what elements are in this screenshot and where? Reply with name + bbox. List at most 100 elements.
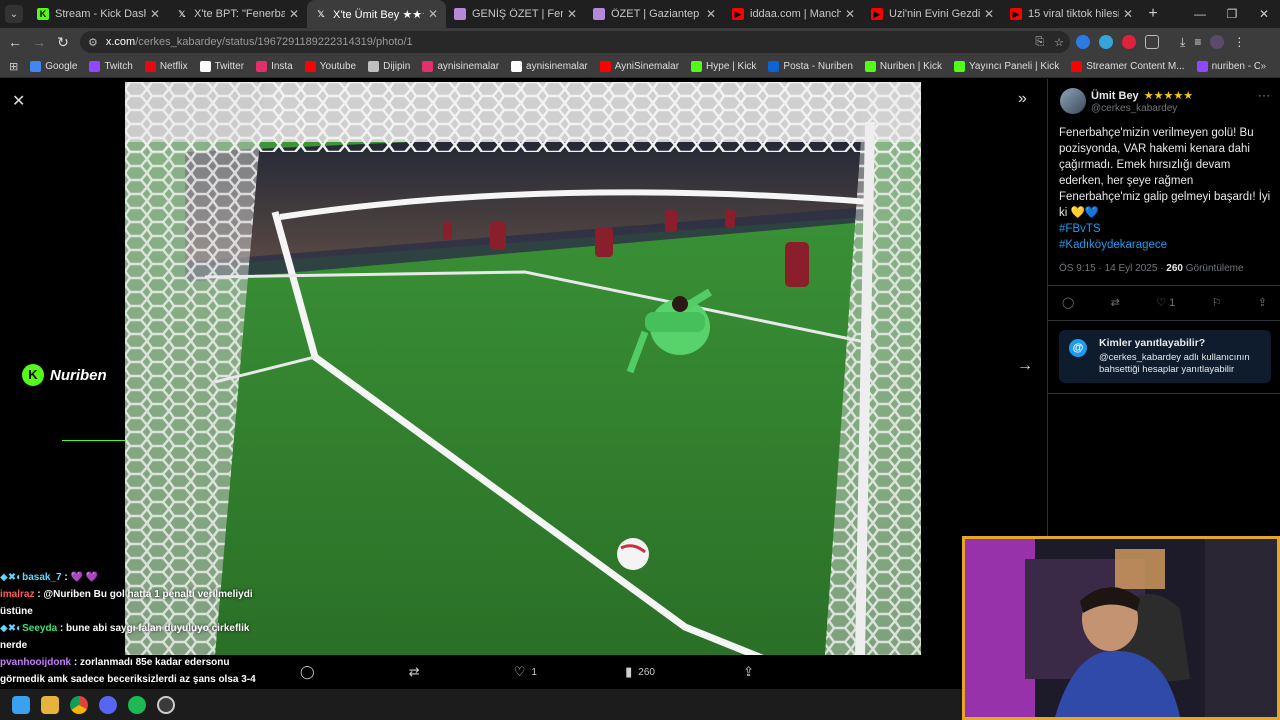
close-window-icon[interactable]: ✕ [1248,0,1280,28]
restore-icon[interactable]: ❐ [1216,0,1248,28]
bookmark-item[interactable]: Dijipin [368,61,410,72]
extension-icon[interactable] [1099,35,1113,49]
like-count: 1 [531,666,537,678]
bookmark-favicon-icon [953,61,965,72]
bookmark-button[interactable]: ⚐ [1212,296,1222,309]
profile-avatar[interactable] [1210,35,1225,49]
reload-icon[interactable]: ↻ [51,34,75,51]
bookmark-label: Netflix [159,61,188,72]
bookmarks-bar: ⊞ Google Twitch Netflix Twitter Insta Youtube… [0,56,1280,78]
bookmark-item[interactable]: Netflix [144,61,188,72]
tab-close-icon[interactable]: ✕ [1123,7,1133,21]
address-bar-actions: ⎘ ☆ [1035,31,1064,53]
bookmark-item[interactable]: AyniSinemalar [599,61,679,72]
chrome-menu-icon[interactable]: ⋮ [1233,35,1245,49]
install-app-icon[interactable]: ⎘ [1035,36,1044,49]
reply-title: Kimler yanıtlayabilir? [1099,337,1206,349]
bookmark-item[interactable]: Streamer Content M... [1071,61,1185,72]
youtube-icon: ▶ [871,8,883,20]
chrome-icon[interactable] [70,695,88,714]
tweet-text: Fenerbahçe'mizin verilmeyen golü! Bu poz… [1059,125,1274,253]
chat-username: Seeyda [22,623,58,634]
windows-start-icon[interactable] [12,695,30,714]
bookmark-item[interactable]: Posta - Nuriben [768,61,853,72]
apps-grid-icon[interactable]: ⊞ [9,60,18,73]
minimize-icon[interactable]: — [1184,0,1216,28]
bookmark-item[interactable]: Google [30,61,77,72]
tab-close-icon[interactable]: ✕ [845,7,855,21]
divider [1048,320,1280,321]
tweet-time[interactable]: ÖS 9:15 · 14 Eyl 2025 · [1059,263,1166,274]
hashtag-kadikoy[interactable]: #Kadıköydekaragece [1059,239,1167,251]
bookmark-item[interactable]: aynisinemalar [511,61,588,72]
reply-button[interactable]: ◯ [1062,296,1074,309]
user-handle[interactable]: @cerkes_kabardey [1091,103,1177,114]
discord-icon[interactable] [99,695,117,714]
tab-0[interactable]: K Stream - Kick Dashboard ✕ [29,0,168,28]
tab-close-icon[interactable]: ✕ [984,7,994,21]
divider [1048,285,1280,286]
bookmark-item[interactable]: Yayıncı Paneli | Kick [953,61,1060,72]
tab-2[interactable]: 𝕏 X'te Ümit Bey ★★★★★ ✕ [307,0,446,28]
bookmark-item[interactable]: Youtube [304,61,356,72]
bookmark-label: Yayıncı Paneli | Kick [968,61,1060,72]
tab-4[interactable]: ÖZET | Gaziantep FK 2 0 ✕ [585,0,724,28]
tab-6[interactable]: ▶ Uzi'nin Evini Gezdim ve K ✕ [863,0,1002,28]
tab-search-icon[interactable]: ⌄ [5,5,23,23]
chat-message: imalraz : @Nuriben Bu gol hatta 1 penalt… [0,586,270,620]
tab-close-icon[interactable]: ✕ [567,7,577,21]
tab-close-icon[interactable]: ✕ [706,7,716,21]
puzzle-icon[interactable] [1145,35,1159,49]
address-bar[interactable]: ⚙ x.com/cerkes_kabardey/status/196729118… [80,31,1070,53]
download-icon[interactable]: ⤓ [1180,35,1185,49]
retweet-action[interactable]: ⇄ [409,664,426,680]
shield-extension-icon[interactable] [1076,35,1090,49]
site-info-icon[interactable]: ⚙ [88,36,98,49]
display-name[interactable]: Ümit Bey ★★★★★ [1091,89,1193,102]
retweet-button[interactable]: ⇄ [1111,296,1120,309]
tab-3[interactable]: GENİŞ ÖZET | Fenerbahçe ✕ [446,0,585,28]
bookmark-item[interactable]: Insta [256,61,293,72]
bookmark-favicon-icon [691,61,703,72]
reply-action[interactable]: ◯ [300,664,321,680]
bookmark-item[interactable]: Twitch [89,61,133,72]
views-action[interactable]: ▮ 260 [625,664,655,680]
bookmark-item[interactable]: nuriben - Channel S... [1196,61,1261,72]
next-photo-icon[interactable]: → [1017,357,1033,375]
new-tab-button[interactable]: + [1141,5,1165,23]
file-explorer-icon[interactable] [41,695,59,714]
share-button[interactable]: ⇪ [1258,296,1267,309]
tab-close-icon[interactable]: ✕ [428,7,438,21]
more-bookmarks-icon[interactable]: » [1260,61,1266,72]
back-icon[interactable]: ← [3,34,27,50]
share-action[interactable]: ⇪ [743,664,760,680]
tab-5[interactable]: ▶ iddaa.com | Manchester C ✕ [724,0,863,28]
bookmark-label: nuriben - Channel S... [1211,61,1261,72]
close-icon[interactable]: ✕ [12,91,25,111]
collapse-panel-icon[interactable]: » [1018,90,1027,108]
like-button[interactable]: ♡ 1 [1156,296,1175,310]
hashtag-fbvts[interactable]: #FBvTS [1059,223,1101,235]
stars: ★★★★★ [1143,90,1194,102]
bookmark-item[interactable]: Nuriben | Kick [864,61,942,72]
bookmark-label: Twitch [104,61,133,72]
media-control-icon[interactable]: ≡ [1194,35,1201,49]
tab-7[interactable]: ▶ 15 viral tiktok hilesini den ✕ [1002,0,1141,28]
record-extension-icon[interactable] [1122,35,1136,49]
avatar[interactable] [1060,88,1086,114]
spotify-icon[interactable] [128,695,146,714]
bookmark-star-icon[interactable]: ☆ [1054,36,1064,49]
like-action[interactable]: ♡ 1 [514,664,537,680]
bookmark-item[interactable]: Twitter [199,61,244,72]
bookmark-item[interactable]: aynisinemalar [422,61,499,72]
tweet-views: 260 [1166,263,1183,274]
x-icon: 𝕏 [317,8,325,19]
more-icon[interactable]: ··· [1258,88,1270,102]
obs-icon[interactable] [157,695,175,714]
tab-close-icon[interactable]: ✕ [289,7,299,21]
bookmark-item[interactable]: Hype | Kick [691,61,756,72]
bookmark-label: Streamer Content M... [1086,61,1185,72]
tab-close-icon[interactable]: ✕ [150,7,160,21]
tab-1[interactable]: 𝕏 X'te BPT: "Fenerbahçe'nin ✕ [168,0,307,28]
forward-icon[interactable]: → [27,34,51,50]
